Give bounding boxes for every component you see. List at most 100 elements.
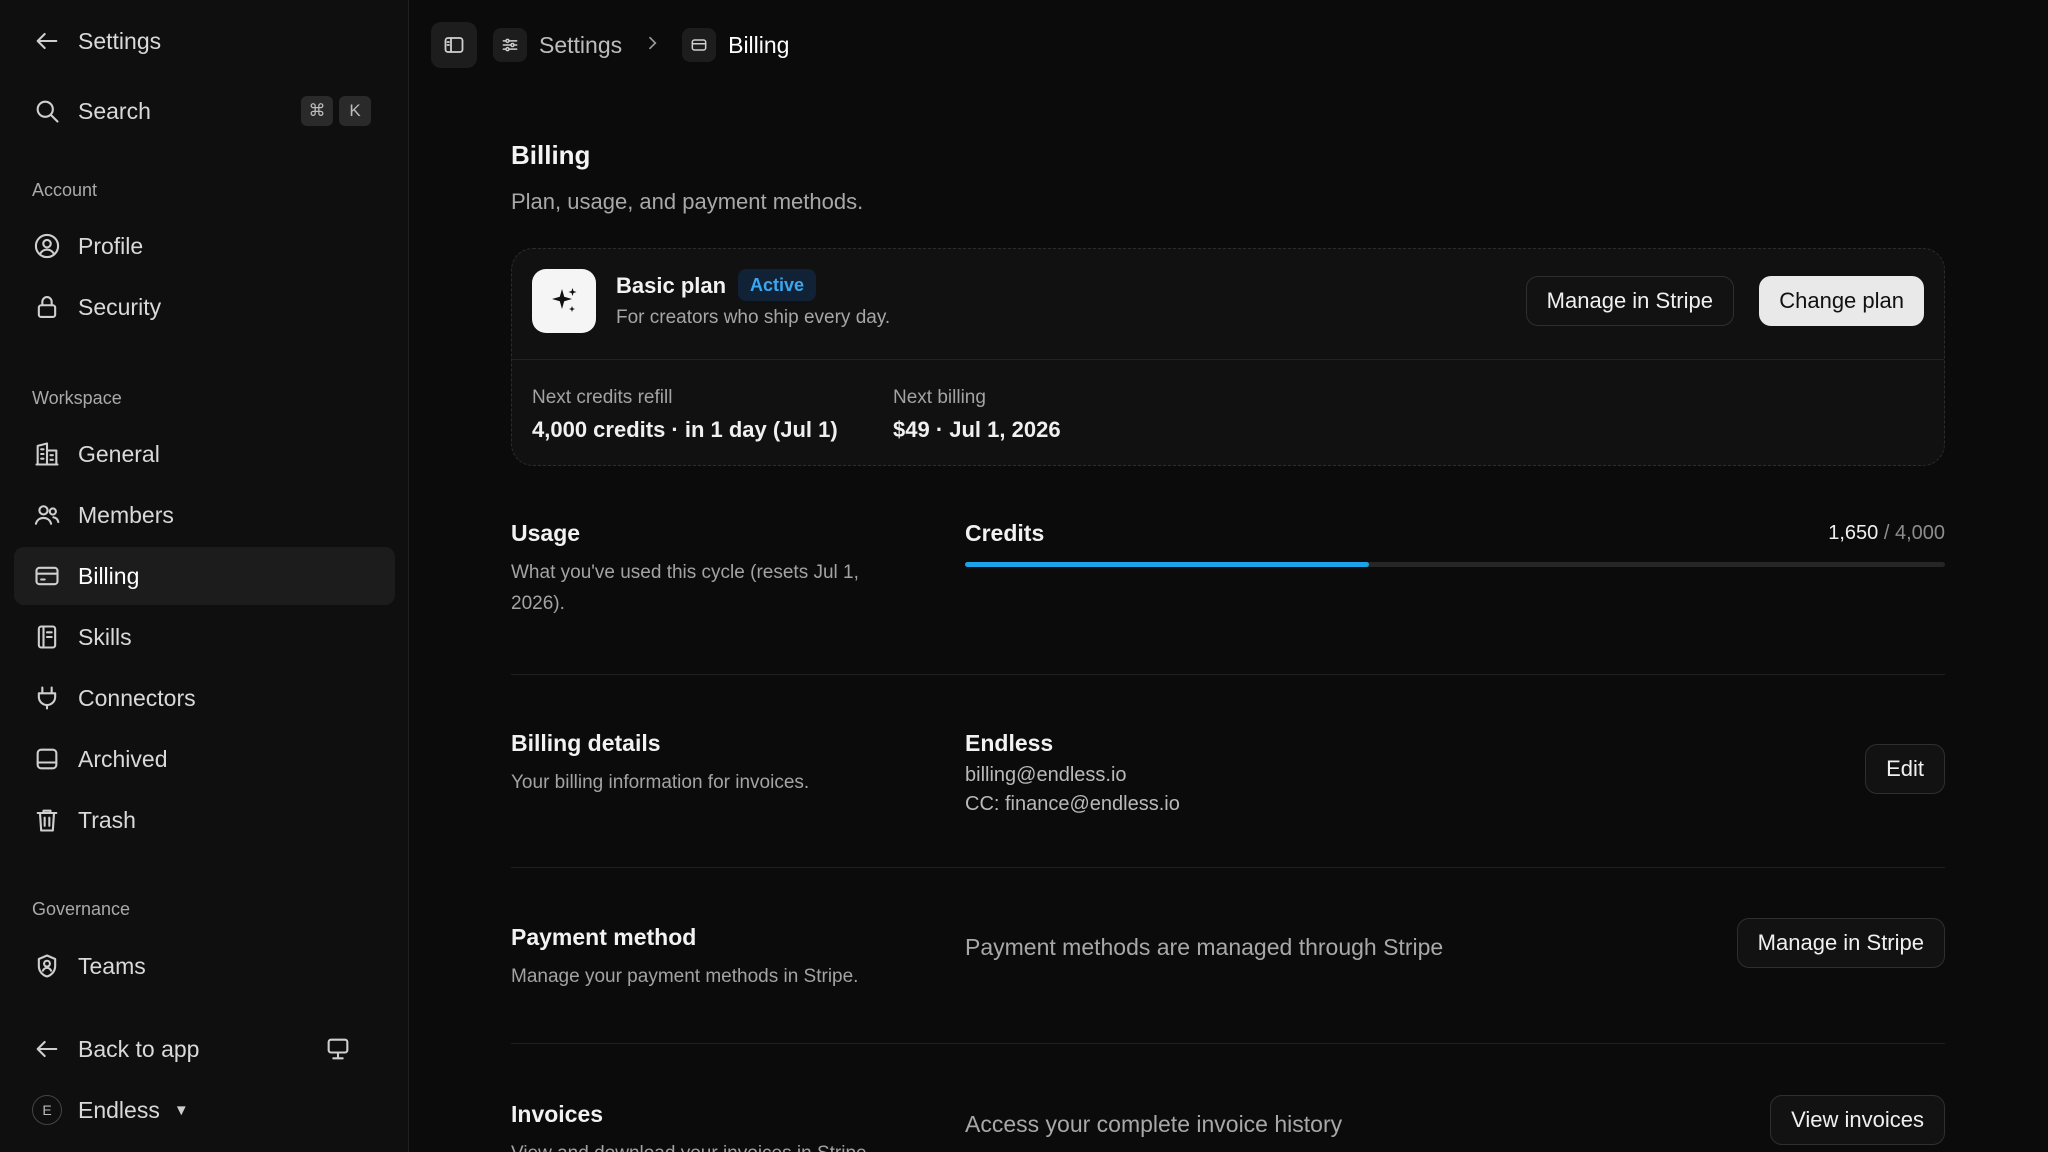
- monitor-icon[interactable]: [323, 1034, 353, 1064]
- topbar: Settings Billing: [431, 22, 789, 68]
- main-content: Settings Billing Billing Plan, usage, an…: [409, 0, 2048, 1152]
- credits-total: / 4,000: [1883, 522, 1945, 544]
- arrow-left-icon: [32, 1034, 62, 1064]
- trash-icon: [32, 805, 62, 835]
- billing-email: billing@endless.io: [965, 764, 1127, 786]
- sidebar: Settings Search ⌘ K Account Profile Secu…: [0, 0, 409, 1152]
- sidebar-item-label: Security: [78, 293, 162, 320]
- sidebar-item-trash[interactable]: Trash: [14, 791, 395, 849]
- workspace-name: Endless: [78, 1096, 160, 1123]
- chevron-right-icon: [642, 33, 662, 58]
- toggle-sidebar-button[interactable]: [431, 22, 477, 68]
- sidebar-item-label: Archived: [78, 745, 168, 772]
- caret-down-icon: ▼: [173, 1101, 189, 1119]
- divider: [511, 867, 1945, 868]
- sidebar-item-label: Skills: [78, 623, 132, 650]
- next-billing-label: Next billing: [893, 387, 986, 408]
- next-billing-value: $49 · Jul 1, 2026: [893, 417, 1061, 442]
- status-badge: Active: [738, 269, 817, 301]
- sidebar-item-label: Members: [78, 501, 174, 528]
- page-title: Billing: [511, 140, 591, 170]
- sidebar-item-label: Billing: [78, 562, 140, 589]
- divider: [511, 674, 1945, 675]
- sidebar-item-label: Trash: [78, 806, 136, 833]
- manage-in-stripe-button[interactable]: Manage in Stripe: [1525, 276, 1734, 326]
- avatar: E: [32, 1095, 62, 1125]
- search-button[interactable]: Search ⌘ K: [14, 82, 395, 140]
- sidebar-item-teams[interactable]: Teams: [14, 937, 395, 995]
- sidebar-item-connectors[interactable]: Connectors: [14, 669, 395, 727]
- usage-title: Usage: [511, 520, 581, 546]
- app-root: Settings Search ⌘ K Account Profile Secu…: [0, 0, 2048, 1152]
- sidebar-item-members[interactable]: Members: [14, 486, 395, 544]
- billing-company-name: Endless: [965, 730, 1054, 756]
- usage-description: What you've used this cycle (resets Jul …: [511, 562, 859, 614]
- credits-label: Credits: [965, 520, 1045, 546]
- invoices-description: View and download your invoices in Strip…: [511, 1138, 911, 1152]
- billing-details-description: Your billing information for invoices.: [511, 772, 810, 793]
- billing-cc-email: CC: finance@endless.io: [965, 793, 1180, 815]
- book-icon: [32, 622, 62, 652]
- breadcrumb: Settings Billing: [477, 28, 789, 62]
- command-key: ⌘: [301, 96, 333, 126]
- section-governance: Governance: [32, 899, 131, 919]
- invoices-info: Access your complete invoice history: [965, 1111, 1343, 1137]
- credit-card-icon: [32, 561, 62, 591]
- payment-method-title: Payment method: [511, 924, 697, 950]
- breadcrumb-current: Billing: [728, 31, 790, 58]
- archive-box-icon: [32, 744, 62, 774]
- building-icon: [32, 439, 62, 469]
- refill-label: Next credits refill: [532, 387, 673, 408]
- edit-billing-button[interactable]: Edit: [1865, 744, 1945, 794]
- sidebar-item-general[interactable]: General: [14, 425, 395, 483]
- sidebar-item-profile[interactable]: Profile: [14, 217, 395, 275]
- sidebar-toggle-icon: [442, 33, 466, 57]
- credits-progress-bar: [965, 562, 1945, 567]
- search-shortcut: ⌘ K: [301, 96, 371, 126]
- view-invoices-button[interactable]: View invoices: [1770, 1095, 1945, 1145]
- sidebar-item-label: Connectors: [78, 684, 196, 711]
- sidebar-item-label: General: [78, 440, 160, 467]
- sidebar-item-skills[interactable]: Skills: [14, 608, 395, 666]
- workspace-switcher[interactable]: E Endless ▼: [14, 1081, 395, 1139]
- search-icon: [32, 96, 62, 126]
- arrow-left-icon: [32, 26, 62, 56]
- section-account: Account: [32, 180, 98, 200]
- back-to-settings-label: Settings: [78, 27, 162, 54]
- plug-icon: [32, 683, 62, 713]
- k-key: K: [339, 96, 371, 126]
- sparkles-icon: [532, 269, 596, 333]
- billing-details-title: Billing details: [511, 730, 661, 756]
- plan-tagline: For creators who ship every day.: [616, 307, 891, 328]
- sidebar-item-archived[interactable]: Archived: [14, 730, 395, 788]
- user-circle-icon: [32, 231, 62, 261]
- credits-progress-fill: [965, 562, 1370, 567]
- payment-method-info: Payment methods are managed through Stri…: [965, 934, 1444, 960]
- users-icon: [32, 500, 62, 530]
- sidebar-item-billing[interactable]: Billing: [14, 547, 395, 605]
- billing-content: Billing Plan, usage, and payment methods…: [511, 140, 1945, 1152]
- section-workspace: Workspace: [32, 388, 122, 408]
- sidebar-item-label: Teams: [78, 952, 146, 979]
- payment-method-description: Manage your payment methods in Stripe.: [511, 966, 859, 987]
- page-subtitle: Plan, usage, and payment methods.: [511, 189, 864, 214]
- sidebar-item-security[interactable]: Security: [14, 278, 395, 336]
- manage-payment-in-stripe-button[interactable]: Manage in Stripe: [1736, 918, 1945, 968]
- back-to-settings-link[interactable]: Settings: [14, 12, 395, 70]
- settings-sliders-icon: [493, 28, 527, 62]
- workspace-avatar-wrap: E: [32, 1095, 62, 1125]
- invoices-title: Invoices: [511, 1101, 604, 1127]
- divider: [511, 1043, 1945, 1044]
- credits-used: 1,650: [1828, 522, 1879, 544]
- refill-value: 4,000 credits · in 1 day (Jul 1): [532, 417, 838, 442]
- breadcrumb-settings-link[interactable]: Settings: [539, 32, 622, 59]
- credits-count: 1,650 / 4,000: [1828, 522, 1945, 545]
- search-label: Search: [78, 97, 151, 124]
- credit-card-icon: [682, 28, 717, 62]
- change-plan-button[interactable]: Change plan: [1759, 276, 1924, 326]
- card-divider: [512, 359, 1944, 360]
- plan-card: Basic plan Active For creators who ship …: [511, 248, 1945, 466]
- back-to-app-link[interactable]: Back to app: [14, 1020, 395, 1078]
- team-badge-icon: [32, 951, 62, 981]
- back-to-app-label: Back to app: [78, 1035, 200, 1062]
